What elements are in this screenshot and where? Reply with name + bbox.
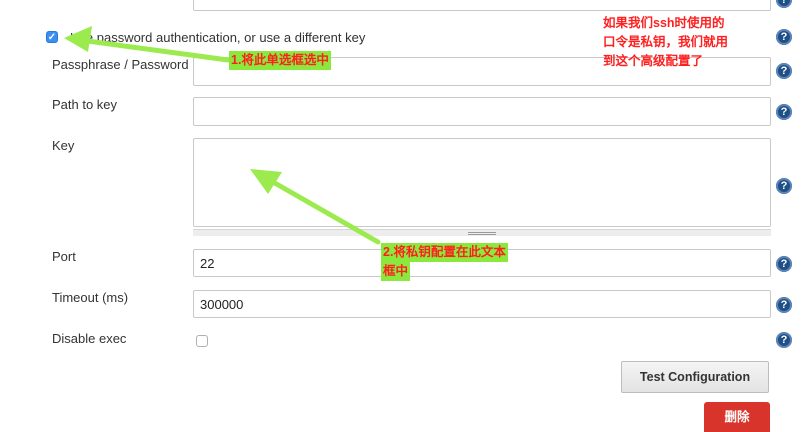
annotation-step2: 2.将私钥配置在此文本 框中 bbox=[381, 243, 508, 281]
arrow-to-key-textarea bbox=[250, 169, 381, 245]
annotation-step1: 1.将此单选框选中 bbox=[229, 51, 331, 70]
arrow-to-checkbox bbox=[64, 26, 231, 63]
annotation-note-top-right: 如果我们ssh时使用的 口令是私钥，我们就用 到这个高级配置了 bbox=[603, 16, 729, 68]
